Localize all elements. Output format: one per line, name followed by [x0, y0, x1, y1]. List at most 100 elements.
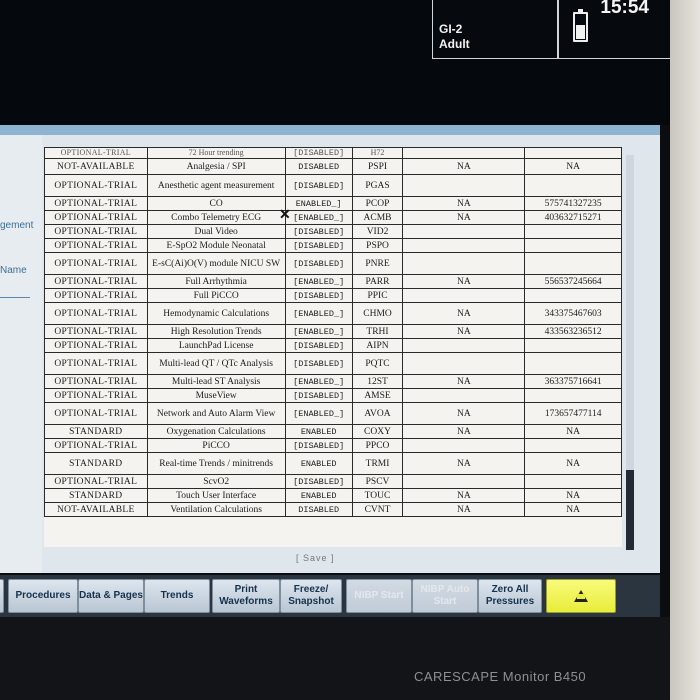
- license-state-cell: OPTIONAL-TRIAL: [44, 324, 148, 339]
- patient-type: Adult: [439, 37, 470, 51]
- license-na-cell: NA: [402, 502, 526, 517]
- license-key-cell: [524, 438, 622, 453]
- license-code-cell: PSPI: [351, 158, 404, 175]
- license-na-cell: NA: [402, 424, 526, 439]
- license-status-cell: [ENABLED_]: [284, 324, 353, 339]
- license-status-cell: ENABLED: [284, 488, 353, 503]
- license-state-cell: NOT-AVAILABLE: [44, 158, 148, 175]
- license-status-cell: ENABLED: [284, 424, 353, 439]
- license-code-cell: 12ST: [351, 374, 404, 389]
- nibp-start-button[interactable]: NIBP Start: [346, 579, 412, 613]
- license-state-cell: STANDARD: [44, 488, 148, 503]
- license-feature-cell: Hemodynamic Calculations: [146, 302, 286, 325]
- scrollbar-thumb[interactable]: [626, 470, 634, 550]
- license-key-cell: [524, 388, 622, 403]
- procedures-button[interactable]: Procedures: [8, 579, 78, 613]
- cursor-cross-icon: ✕: [279, 206, 291, 222]
- license-state-cell: OPTIONAL-TRIAL: [44, 274, 148, 289]
- license-na-cell: NA: [402, 324, 526, 339]
- license-key-cell: NA: [524, 158, 622, 175]
- license-code-cell: AVOA: [351, 402, 404, 425]
- license-code-cell: ACMB: [351, 210, 404, 225]
- license-state-cell: OPTIONAL-TRIAL: [44, 302, 148, 325]
- license-key-cell: [524, 252, 622, 275]
- license-na-cell: [402, 288, 526, 303]
- license-dialog: gement Name OPTIONAL-TRIAL 72 Hour trendi…: [0, 125, 660, 573]
- license-state-cell: OPTIONAL-TRIAL: [44, 224, 148, 239]
- license-na-cell: [402, 224, 526, 239]
- dialog-header-strip: [0, 125, 660, 135]
- license-status-cell: [DISABLED]: [284, 474, 353, 489]
- nibp-auto-start-button[interactable]: NIBP Auto Start: [412, 579, 478, 613]
- license-row: OPTIONAL-TRIAL 72 Hour trending [DISABLED]…: [44, 147, 622, 159]
- license-code-cell: PNRE: [351, 252, 404, 275]
- license-row: STANDARD Oxygenation Calculations ENABLED C…: [44, 424, 622, 439]
- license-status-cell: [ENABLED_]: [284, 374, 353, 389]
- license-row: OPTIONAL-TRIAL Network and Auto Alarm Vie…: [44, 402, 622, 425]
- license-na-cell: NA: [402, 274, 526, 289]
- license-na-cell: [402, 252, 526, 275]
- license-code-cell: PGAS: [351, 174, 404, 197]
- license-feature-cell: High Resolution Trends: [146, 324, 286, 339]
- license-key-cell: NA: [524, 488, 622, 503]
- license-row: OPTIONAL-TRIAL Anesthetic agent measureme…: [44, 174, 622, 197]
- license-key-cell: [524, 338, 622, 353]
- license-na-cell: NA: [402, 196, 526, 211]
- top-status-area: GI-2 Adult 15:54: [0, 0, 672, 125]
- license-row: OPTIONAL-TRIAL Combo Telemetry ECG [ENABLE…: [44, 210, 622, 225]
- license-key-cell: [524, 474, 622, 489]
- patient-info-box[interactable]: GI-2 Adult: [432, 0, 558, 59]
- license-key-cell: 575741327235: [524, 196, 622, 211]
- license-feature-cell: CO: [146, 196, 286, 211]
- license-status-cell: [ENABLED_]: [284, 210, 353, 225]
- dialog-left-panel: gement Name: [0, 135, 42, 573]
- license-feature-cell: Oxygenation Calculations: [146, 424, 286, 439]
- zero-all-pressures-button[interactable]: Zero All Pressures: [478, 579, 542, 613]
- license-status-cell: [DISABLED]: [284, 288, 353, 303]
- license-row: OPTIONAL-TRIAL PiCCO [DISABLED] PPCO: [44, 438, 622, 453]
- license-feature-cell: Anesthetic agent measurement: [146, 174, 286, 197]
- license-row: OPTIONAL-TRIAL E-sC(Ai)O(V) module NICU S…: [44, 252, 622, 275]
- license-key-cell: [524, 288, 622, 303]
- license-status-cell: [ENABLED_]: [284, 402, 353, 425]
- license-feature-cell: Analgesia / SPI: [146, 158, 286, 175]
- license-row: OPTIONAL-TRIAL Multi-lead QT / QTc Analys…: [44, 352, 622, 375]
- license-key-cell: 403632715271: [524, 210, 622, 225]
- license-status-cell: ENABLED_]: [284, 196, 353, 211]
- monitor-housing: [670, 0, 700, 700]
- trends-button[interactable]: Trends: [144, 579, 210, 613]
- license-row: OPTIONAL-TRIAL MuseView [DISABLED] AMSE: [44, 388, 622, 403]
- license-feature-cell: Real-time Trends / minitrends: [146, 452, 286, 475]
- menu-button-edge[interactable]: [0, 579, 4, 613]
- monitor-bezel: [0, 617, 670, 700]
- unit-name: GI-2: [439, 22, 463, 36]
- license-state-cell: OPTIONAL-TRIAL: [44, 288, 148, 303]
- license-key-cell: 433563236512: [524, 324, 622, 339]
- license-row: OPTIONAL-TRIAL High Resolution Trends [ENA…: [44, 324, 622, 339]
- license-status-cell: [DISABLED]: [284, 352, 353, 375]
- license-na-cell: NA: [402, 210, 526, 225]
- freeze-snapshot-button[interactable]: Freeze/ Snapshot: [280, 579, 342, 613]
- license-code-cell: PSPO: [351, 238, 404, 253]
- license-key-cell: [524, 147, 622, 159]
- license-feature-cell: 72 Hour trending: [146, 147, 286, 159]
- license-na-cell: [402, 352, 526, 375]
- license-state-cell: OPTIONAL-TRIAL: [44, 438, 148, 453]
- license-state-cell: OPTIONAL-TRIAL: [44, 174, 148, 197]
- license-status-cell: [DISABLED]: [284, 147, 353, 159]
- license-na-cell: NA: [402, 374, 526, 389]
- alarm-silence-button[interactable]: [546, 579, 616, 613]
- data-pages-button[interactable]: Data & Pages: [78, 579, 144, 613]
- license-na-cell: [402, 174, 526, 197]
- save-button[interactable]: [ Save ]: [296, 553, 335, 563]
- license-state-cell: NOT-AVAILABLE: [44, 502, 148, 517]
- license-feature-cell: Multi-lead ST Analysis: [146, 374, 286, 389]
- license-code-cell: H72: [351, 147, 404, 159]
- license-key-cell: 556537245664: [524, 274, 622, 289]
- print-waveforms-button[interactable]: Print Waveforms: [212, 579, 280, 613]
- license-table-container[interactable]: OPTIONAL-TRIAL 72 Hour trending [DISABLED]…: [44, 147, 622, 547]
- license-row: NOT-AVAILABLE Ventilation Calculations DIS…: [44, 502, 622, 517]
- license-row: STANDARD Touch User Interface ENABLED TOUC N…: [44, 488, 622, 503]
- license-status-cell: [DISABLED]: [284, 338, 353, 353]
- license-code-cell: COXY: [351, 424, 404, 439]
